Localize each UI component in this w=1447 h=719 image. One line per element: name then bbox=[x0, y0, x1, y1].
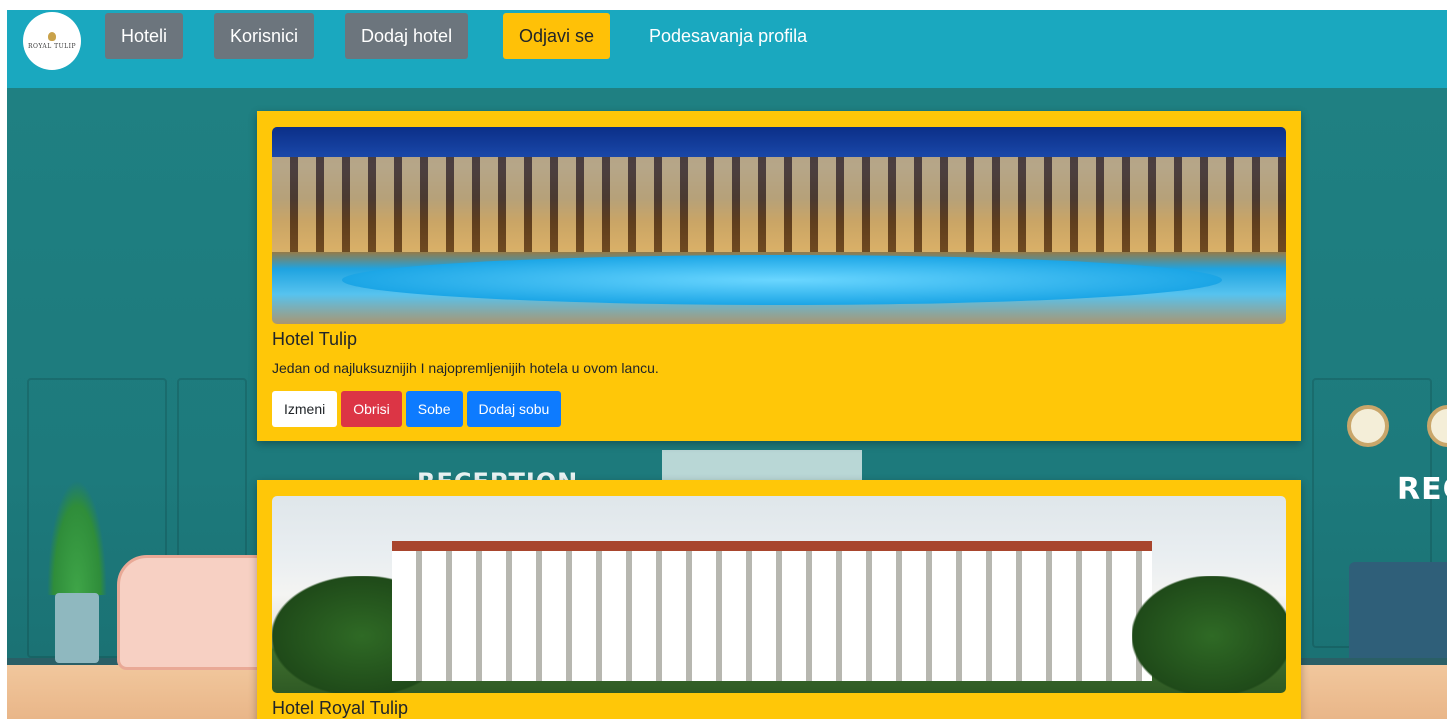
hotel-card: Hotel Tulip Jedan od najluksuznijih I na… bbox=[257, 111, 1301, 441]
hotel-image bbox=[272, 496, 1286, 693]
hotel-building-illustration bbox=[272, 157, 1286, 252]
plant-pot bbox=[55, 593, 99, 663]
clock-icon bbox=[1347, 405, 1389, 447]
hotel-building-illustration bbox=[392, 541, 1152, 681]
hotel-name: Hotel Tulip bbox=[272, 329, 358, 349]
brand-logo[interactable]: ROYAL TULIP bbox=[23, 12, 81, 70]
nav-hoteli-button[interactable]: Hoteli bbox=[105, 13, 184, 59]
plant-icon bbox=[47, 480, 107, 595]
tulip-icon bbox=[48, 32, 56, 41]
nav-dodaj-hotel-button[interactable]: Dodaj hotel bbox=[345, 13, 469, 59]
hotel-actions: Izmeni Obrisi Sobe Dodaj sobu bbox=[272, 391, 1285, 427]
hotel-image bbox=[272, 127, 1286, 324]
reception-sign: REC bbox=[1397, 472, 1447, 507]
logo-text: ROYAL TULIP bbox=[27, 43, 77, 50]
page: RECEPTION REC ROYAL TULIP Hoteli Korisni… bbox=[7, 10, 1447, 719]
hotel-description: Jedan od najluksuznijih I najopremljenij… bbox=[272, 360, 659, 376]
hotel-card: Hotel Royal Tulip bbox=[257, 480, 1301, 719]
trees-illustration bbox=[1132, 576, 1286, 693]
navbar: ROYAL TULIP Hoteli Korisnici Dodaj hotel… bbox=[7, 10, 1447, 88]
hotel-name: Hotel Royal Tulip bbox=[272, 698, 409, 718]
rooms-button[interactable]: Sobe bbox=[405, 391, 463, 427]
nav-korisnici-button[interactable]: Korisnici bbox=[214, 13, 315, 59]
logout-button[interactable]: Odjavi se bbox=[503, 13, 611, 59]
profile-settings-link[interactable]: Podesavanja profila bbox=[649, 13, 807, 59]
delete-hotel-button[interactable]: Obrisi bbox=[341, 391, 402, 427]
pool-illustration bbox=[342, 255, 1222, 305]
add-room-button[interactable]: Dodaj sobu bbox=[466, 391, 562, 427]
edit-hotel-button[interactable]: Izmeni bbox=[272, 391, 338, 427]
